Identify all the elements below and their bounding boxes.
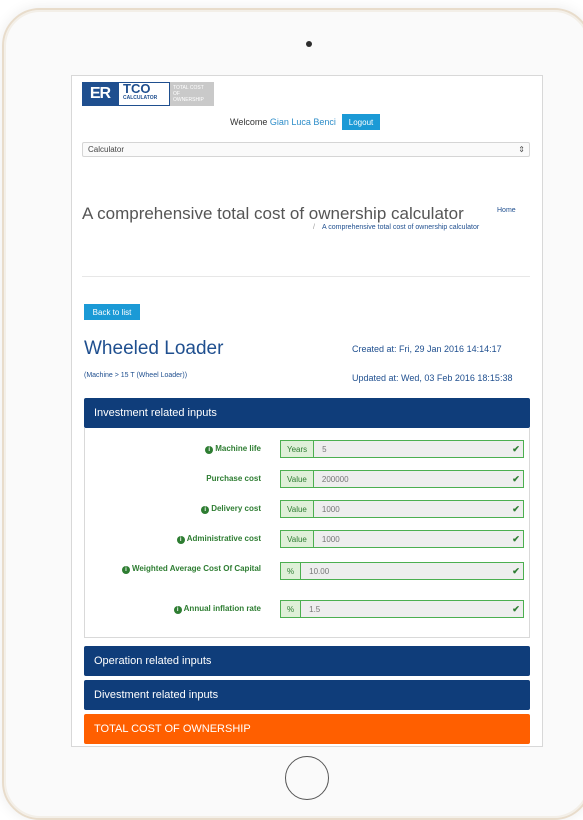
info-icon[interactable]: i xyxy=(173,606,182,614)
field-label-text: Administrative cost xyxy=(186,534,261,543)
field-value[interactable]: 5 xyxy=(314,441,509,457)
unit-addon: % xyxy=(281,601,302,617)
operation-panel-header[interactable]: Operation related inputs xyxy=(84,646,530,676)
back-to-list-button[interactable]: Back to list xyxy=(84,304,140,320)
unit-addon: Value xyxy=(281,531,314,547)
delivery-cost-field[interactable]: Value 1000 ✔ xyxy=(280,500,524,518)
check-icon: ✔ xyxy=(512,565,520,576)
field-value[interactable]: 1000 xyxy=(314,501,509,517)
purchase-cost-field[interactable]: Value 200000 ✔ xyxy=(280,470,524,488)
logout-button[interactable]: Logout xyxy=(342,114,380,130)
check-icon: ✔ xyxy=(512,503,520,514)
info-icon[interactable]: i xyxy=(205,446,214,454)
field-label-text: Annual inflation rate xyxy=(183,604,261,613)
unit-addon: Value xyxy=(281,501,314,517)
welcome-text: Welcome Gian Luca Benci xyxy=(230,117,336,127)
breadcrumb-separator: / xyxy=(313,224,315,231)
page-title: A comprehensive total cost of ownership … xyxy=(82,204,464,223)
welcome-label: Welcome xyxy=(230,117,268,127)
field-label: i Annual inflation rate xyxy=(111,604,261,614)
logo-er-mark: ER xyxy=(82,82,118,106)
app-logo[interactable]: ER TCO CALCULATOR TOTAL COST OF OWNERSHI… xyxy=(82,82,214,106)
info-icon[interactable]: i xyxy=(176,536,185,544)
logo-tco-sub: CALCULATOR xyxy=(123,95,158,101)
divider xyxy=(82,276,530,277)
field-value[interactable]: 10.00 xyxy=(301,563,509,579)
machine-life-field[interactable]: Years 5 ✔ xyxy=(280,440,524,458)
check-icon: ✔ xyxy=(512,473,520,484)
field-value[interactable]: 200000 xyxy=(314,471,509,487)
user-name-link[interactable]: Gian Luca Benci xyxy=(270,117,336,127)
info-icon[interactable]: i xyxy=(201,506,210,514)
navigation-select[interactable]: Calculator ⇕ xyxy=(82,142,530,157)
field-label-text: Delivery cost xyxy=(211,504,261,513)
field-label-text: Weighted Average Cost Of Capital xyxy=(131,564,261,573)
field-value[interactable]: 1000 xyxy=(314,531,509,547)
info-icon[interactable]: i xyxy=(121,566,130,574)
field-label: i Delivery cost xyxy=(111,504,261,514)
unit-addon: % xyxy=(281,563,302,579)
inflation-rate-field[interactable]: % 1.5 ✔ xyxy=(280,600,524,618)
investment-panel-body: i Machine life Years 5 ✔ Purchase cost Va… xyxy=(84,428,530,638)
check-icon: ✔ xyxy=(512,533,520,544)
check-icon: ✔ xyxy=(512,603,520,614)
machine-category: (Machine > 15 T (Wheel Loader)) xyxy=(84,372,188,379)
updated-at: Updated at: Wed, 03 Feb 2016 18:15:38 xyxy=(352,373,513,383)
field-label-text: Purchase cost xyxy=(206,474,261,483)
created-at: Created at: Fri, 29 Jan 2016 14:14:17 xyxy=(352,344,502,354)
unit-addon: Value xyxy=(281,471,314,487)
logo-tco: TCO CALCULATOR xyxy=(118,82,170,106)
machine-title: Wheeled Loader xyxy=(84,338,224,359)
field-label: i Machine life xyxy=(111,444,261,454)
administrative-cost-field[interactable]: Value 1000 ✔ xyxy=(280,530,524,548)
tablet-home-button[interactable] xyxy=(285,756,329,800)
navigation-select-value: Calculator xyxy=(88,145,125,154)
total-cost-panel-header[interactable]: TOTAL COST OF OWNERSHIP xyxy=(84,714,530,744)
unit-addon: Years xyxy=(281,441,315,457)
breadcrumb-home-link[interactable]: Home xyxy=(497,207,516,214)
logo-tco-text: TCO xyxy=(123,81,151,96)
field-label: i Administrative cost xyxy=(111,534,261,544)
check-icon: ✔ xyxy=(512,443,520,454)
logo-side-text: TOTAL COST OF OWNERSHIP xyxy=(170,82,214,106)
investment-panel-header[interactable]: Investment related inputs xyxy=(84,398,530,428)
select-arrows-icon: ⇕ xyxy=(518,145,525,154)
app-screen: ER TCO CALCULATOR TOTAL COST OF OWNERSHI… xyxy=(72,76,542,746)
camera-icon xyxy=(306,41,312,47)
field-label-text: Machine life xyxy=(215,444,261,453)
field-label: i Weighted Average Cost Of Capital xyxy=(111,564,261,574)
breadcrumb-current[interactable]: A comprehensive total cost of ownership … xyxy=(322,224,479,231)
wacc-field[interactable]: % 10.00 ✔ xyxy=(280,562,524,580)
divestment-panel-header[interactable]: Divestment related inputs xyxy=(84,680,530,710)
field-label: Purchase cost xyxy=(111,474,261,484)
field-value[interactable]: 1.5 xyxy=(301,601,509,617)
